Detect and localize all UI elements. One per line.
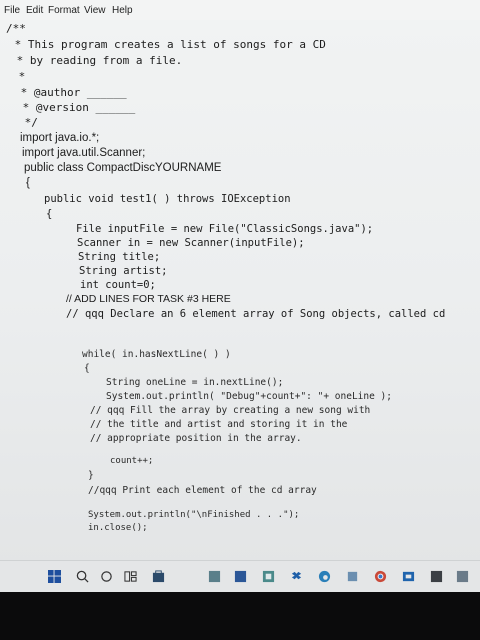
code-line: * @author ______ (14, 86, 127, 99)
code-line: public void test1( ) throws IOException (44, 193, 291, 205)
code-line: while( in.hasNextLine( ) ) (82, 349, 231, 360)
menu-bar: File Edit Format View Help (0, 0, 480, 21)
code-line: * This program creates a list of songs f… (8, 38, 326, 51)
code-line: * (12, 70, 26, 83)
code-line: in.close(); (88, 523, 148, 533)
code-line: public class CompactDiscYOURNAME (24, 162, 222, 174)
code-line: // qqq Declare an 6 element array of Son… (66, 308, 446, 320)
menu-file[interactable]: File (4, 5, 20, 16)
code-line: * @version ______ (16, 101, 136, 114)
code-line: * by reading from a file. (10, 54, 183, 67)
code-line: int count=0; (80, 279, 156, 291)
code-line: } (88, 470, 94, 481)
code-line: { (46, 208, 53, 220)
app3-icon[interactable] (430, 570, 443, 583)
taskbar (0, 560, 480, 593)
search-icon[interactable] (76, 570, 89, 583)
code-line: */ (18, 116, 38, 129)
edge-icon[interactable] (318, 570, 331, 583)
menu-edit[interactable]: Edit (26, 5, 43, 16)
chrome-icon[interactable] (374, 570, 387, 583)
code-line: { (26, 177, 30, 189)
store-icon[interactable] (152, 570, 165, 583)
code-line: import java.util.Scanner; (22, 147, 146, 159)
snap-icon[interactable] (124, 570, 137, 583)
windows-start-icon[interactable] (48, 570, 61, 583)
code-line: // the title and artist and storing it i… (90, 419, 348, 430)
code-line: { (84, 363, 90, 374)
code-line: String title; (78, 251, 161, 263)
photos2-icon[interactable] (456, 570, 469, 583)
code-line: // ADD LINES FOR TASK #3 HERE (66, 293, 231, 305)
text-editor[interactable]: /** * This program creates a list of son… (0, 20, 480, 565)
code-line: count++; (110, 456, 154, 466)
outlook-icon[interactable] (402, 570, 415, 583)
code-line: String oneLine = in.nextLine(); (106, 377, 284, 388)
code-line: /** (6, 22, 26, 35)
menu-view[interactable]: View (84, 5, 106, 16)
task-view-icon[interactable] (100, 570, 113, 583)
code-line: // appropriate position in the array. (90, 433, 302, 444)
code-line: // qqq Fill the array by creating a new … (90, 405, 371, 416)
dropbox-icon[interactable] (290, 570, 303, 583)
menu-help[interactable]: Help (112, 5, 133, 16)
code-line: import java.io.*; (20, 132, 100, 144)
code-line: //qqq Print each element of the cd array (88, 485, 317, 496)
code-line: Scanner in = new Scanner(inputFile); (77, 237, 305, 249)
photos-icon[interactable] (208, 570, 221, 583)
menu-format[interactable]: Format (48, 5, 80, 16)
code-line: String artist; (79, 265, 168, 277)
code-line: System.out.println("\nFinished . . ."); (88, 510, 300, 520)
code-line: System.out.println( "Debug"+count+": "+ … (106, 391, 392, 402)
monitor-screen: File Edit Format View Help /** * This pr… (0, 0, 480, 600)
monitor-bezel (0, 592, 480, 640)
word-icon[interactable] (234, 570, 247, 583)
code-line: File inputFile = new File("ClassicSongs.… (76, 223, 374, 235)
app2-icon[interactable] (346, 570, 359, 583)
app-icon[interactable] (262, 570, 275, 583)
